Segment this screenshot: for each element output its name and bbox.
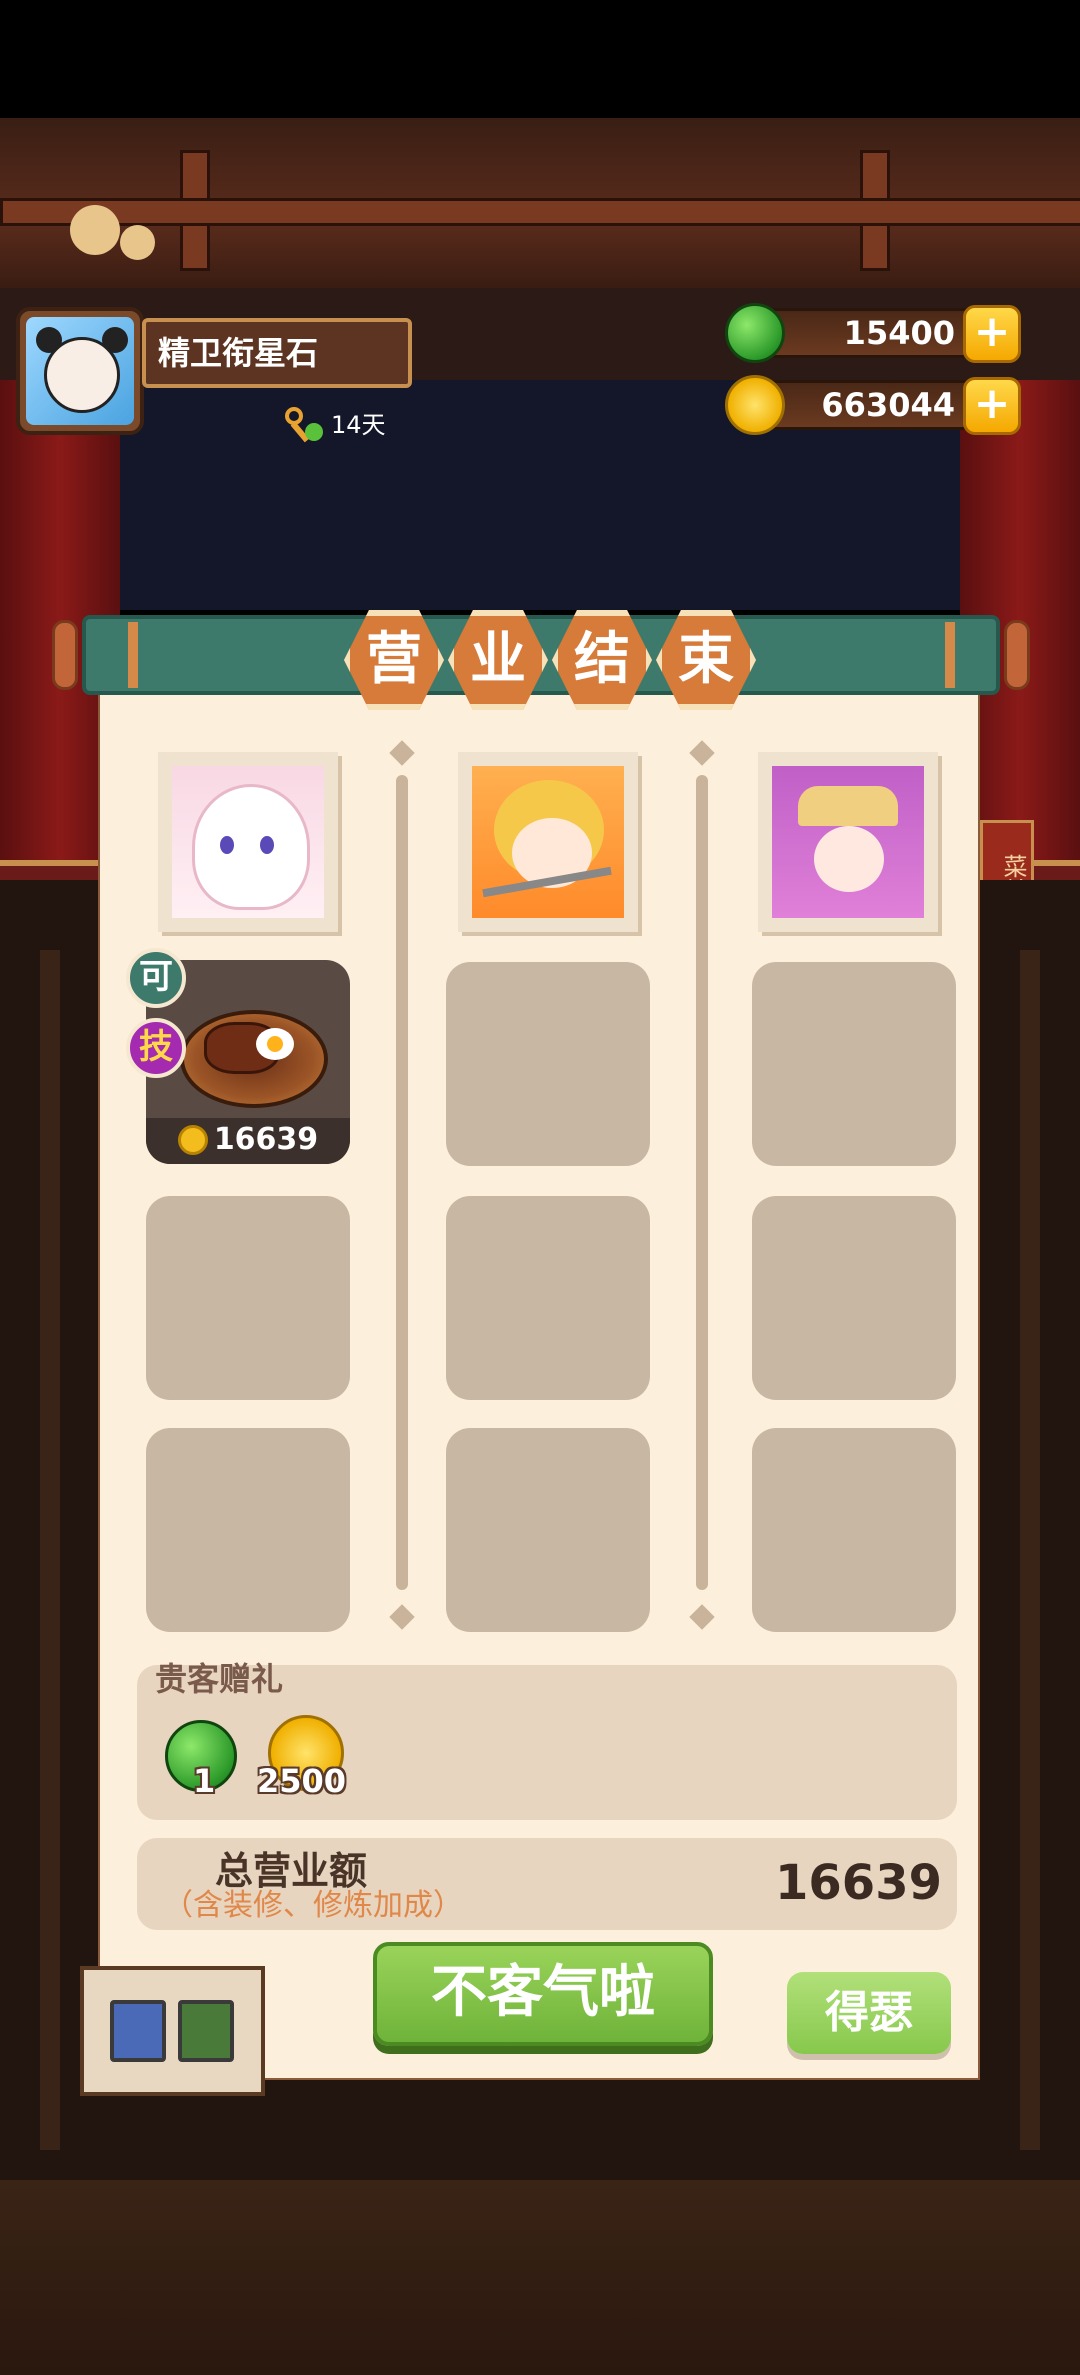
pillar-right (1020, 950, 1040, 2150)
dish-slot-empty (146, 1196, 350, 1400)
coin-resource-bar: 663044 + (725, 375, 1021, 435)
dish-slot-empty (752, 1196, 956, 1400)
dish-slot-empty (752, 962, 956, 1166)
tag-can: 可 (126, 948, 186, 1008)
gem-resource-bar: 15400 + (725, 303, 1021, 363)
total-revenue-note: （含装修、修炼加成） (163, 1888, 463, 1923)
card-deck-button[interactable] (80, 1966, 265, 2096)
coin-icon (177, 1125, 208, 1155)
dish-slot-empty (146, 1428, 350, 1632)
dish-slot-empty (446, 1428, 650, 1632)
you-are-welcome-button[interactable]: 不客气啦 (373, 1942, 713, 2046)
gift-gem-count: 1 (193, 1762, 216, 1800)
bottom-ground (0, 2180, 1080, 2375)
show-off-button[interactable]: 得瑟 (787, 1972, 951, 2054)
vip-gift-title: 贵客赠礼 (155, 1660, 284, 1698)
scroll-end-right (1004, 620, 1030, 690)
roof-crossbeam (0, 198, 1080, 226)
gem-count: 15400 (843, 314, 955, 352)
top-black-bar (0, 0, 1080, 118)
dish-slot-empty (446, 962, 650, 1166)
add-gems-button[interactable]: + (963, 305, 1021, 363)
column-divider (396, 775, 408, 1590)
guest-portrait-2[interactable] (458, 752, 638, 932)
column-divider (696, 775, 708, 1590)
key-sprout-icon (285, 407, 325, 443)
dish-slot-empty (752, 1428, 956, 1632)
tag-skill: 技 (126, 1018, 186, 1078)
chick-decoration-icon (70, 205, 120, 255)
days-counter: 14天 (285, 405, 386, 445)
guest-portrait-3[interactable] (758, 752, 938, 932)
card-icon (178, 2000, 234, 2062)
coin-count: 663044 (821, 386, 955, 424)
pillar-left (40, 950, 60, 2150)
card-icon (110, 2000, 166, 2062)
dish-price: 16639 (146, 1118, 350, 1164)
player-avatar[interactable] (16, 307, 144, 435)
panda-face-icon (44, 337, 120, 413)
dish-slot-empty (446, 1196, 650, 1400)
gold-coin-icon (725, 375, 785, 435)
scroll-end-left (52, 620, 78, 690)
player-name: 精卫衔星石 (142, 318, 412, 388)
avatar-image (26, 317, 134, 425)
days-label: 14天 (331, 411, 386, 439)
guest-portrait-1[interactable] (158, 752, 338, 932)
add-coins-button[interactable]: + (963, 377, 1021, 435)
gift-coin-count: 2500 (257, 1762, 347, 1800)
total-revenue-value: 16639 (775, 1855, 942, 1911)
chick-decoration-icon (120, 225, 155, 260)
jade-gem-icon (725, 303, 785, 363)
